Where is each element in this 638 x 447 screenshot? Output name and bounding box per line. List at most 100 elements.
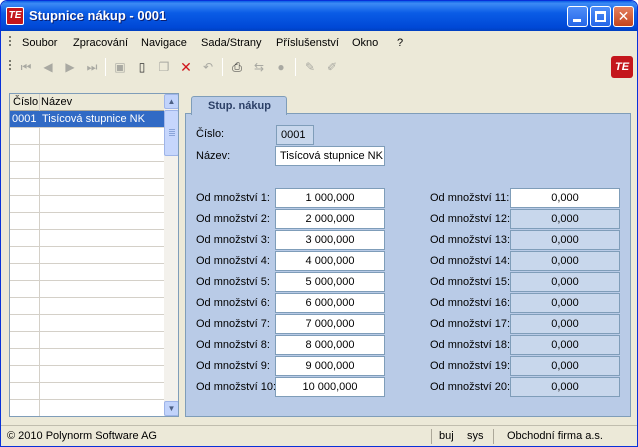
quantity-field[interactable]: 0,000 <box>510 230 620 250</box>
list-item[interactable] <box>10 213 164 230</box>
window-title: Stupnice nákup - 0001 <box>29 8 167 23</box>
list-item[interactable] <box>10 400 164 416</box>
tab-join <box>192 113 286 115</box>
list-header: Číslo Název <box>10 94 164 111</box>
quantity-field[interactable]: 1 000,000 <box>275 188 385 208</box>
list-item[interactable] <box>10 298 164 315</box>
status-bar: © 2010 Polynorm Software AG buj sys Obch… <box>1 425 637 446</box>
list-item[interactable] <box>10 128 164 145</box>
scroll-grip-icon <box>169 129 175 137</box>
list-item[interactable] <box>10 383 164 400</box>
menu-navigace[interactable]: Navigace <box>141 37 187 49</box>
quantity-label: Od množství 19: <box>430 360 511 372</box>
quantity-field[interactable]: 2 000,000 <box>275 209 385 229</box>
list-item[interactable] <box>10 230 164 247</box>
list-item[interactable] <box>10 315 164 332</box>
scroll-thumb[interactable] <box>164 110 178 156</box>
application-window: TE Stupnice nákup - 0001 ✕ Soubor Zpraco… <box>0 0 638 447</box>
quantity-field[interactable]: 0,000 <box>510 293 620 313</box>
toolbar-grip-icon[interactable] <box>9 60 11 72</box>
quantity-label: Od množství 3: <box>196 234 270 246</box>
quantity-field[interactable]: 0,000 <box>510 272 620 292</box>
menu-help[interactable]: ? <box>397 37 403 49</box>
print-icon[interactable]: ⎙ <box>229 59 245 75</box>
quantity-field[interactable]: 0,000 <box>510 335 620 355</box>
quantity-label: Od množství 18: <box>430 339 511 351</box>
list-item[interactable]: 0001 Tisícová stupnice NK <box>10 111 164 128</box>
minimize-button[interactable] <box>567 6 588 27</box>
column-header-nazev[interactable]: Název <box>41 96 72 108</box>
scroll-down-button[interactable]: ▼ <box>164 401 178 416</box>
first-record-icon[interactable]: ⏮ <box>18 59 34 75</box>
quantity-field[interactable]: 5 000,000 <box>275 272 385 292</box>
previous-record-icon[interactable]: ◀ <box>40 59 56 75</box>
list-item[interactable] <box>10 179 164 196</box>
quantity-field[interactable]: 0,000 <box>510 356 620 376</box>
menu-sada-strany[interactable]: Sada/Strany <box>201 37 262 49</box>
save-icon[interactable]: ▣ <box>112 59 128 75</box>
copy-icon[interactable]: ❐ <box>156 59 172 75</box>
quantity-field[interactable]: 0,000 <box>510 251 620 271</box>
menu-zpracovani[interactable]: Zpracování <box>73 37 128 49</box>
quantity-field[interactable]: 9 000,000 <box>275 356 385 376</box>
minimize-icon <box>573 19 581 22</box>
toolbar-separator <box>295 58 296 76</box>
toolbar-separator <box>222 58 223 76</box>
quantity-field[interactable]: 0,000 <box>510 314 620 334</box>
quantity-label: Od množství 13: <box>430 234 511 246</box>
quantity-label: Od množství 9: <box>196 360 270 372</box>
toolbar: ⏮ ◀ ▶ ⏭ ▣ ▯ ❐ ✕ ↶ ⎙ ⇆ ● ✎ ✐ <box>1 53 637 81</box>
quantity-label: Od množství 8: <box>196 339 270 351</box>
nazev-field[interactable]: Tisícová stupnice NK <box>275 146 385 166</box>
menu-grip-icon[interactable] <box>9 36 11 48</box>
export-icon[interactable]: ⇆ <box>251 59 267 75</box>
column-header-cislo[interactable]: Číslo <box>13 96 38 108</box>
quantity-field[interactable]: 0,000 <box>510 209 620 229</box>
quantity-field[interactable]: 10 000,000 <box>275 377 385 397</box>
menu-soubor[interactable]: Soubor <box>22 37 57 49</box>
edit-icon[interactable]: ✎ <box>302 59 318 75</box>
maximize-button[interactable] <box>590 6 611 27</box>
maximize-icon <box>595 11 606 22</box>
list-item[interactable] <box>10 349 164 366</box>
list-item[interactable] <box>10 332 164 349</box>
quantity-field[interactable]: 7 000,000 <box>275 314 385 334</box>
delete-icon[interactable]: ✕ <box>178 59 194 75</box>
list-item[interactable] <box>10 196 164 213</box>
quantity-field[interactable]: 3 000,000 <box>275 230 385 250</box>
list-scrollbar[interactable]: ▲ ▼ <box>164 94 178 416</box>
menu-okno[interactable]: Okno <box>352 37 378 49</box>
list-item[interactable] <box>10 264 164 281</box>
app-logo-icon[interactable]: TE <box>6 7 24 25</box>
form-panel: Číslo: 0001 Název: Tisícová stupnice NK … <box>185 113 631 417</box>
status-divider <box>431 429 432 444</box>
quantity-field[interactable]: 6 000,000 <box>275 293 385 313</box>
next-record-icon[interactable]: ▶ <box>62 59 78 75</box>
brand-logo-icon: TE <box>611 56 633 78</box>
lock-icon[interactable]: ● <box>273 59 289 75</box>
list-item[interactable] <box>10 145 164 162</box>
quantity-field[interactable]: 0,000 <box>510 188 620 208</box>
list-item[interactable] <box>10 281 164 298</box>
list-item-nazev: Tisícová stupnice NK <box>42 113 145 125</box>
menu-prislusenstvi[interactable]: Příslušenství <box>276 37 339 49</box>
undo-icon[interactable]: ↶ <box>200 59 216 75</box>
quantity-label: Od množství 10: <box>196 381 277 393</box>
list-item[interactable] <box>10 162 164 179</box>
new-document-icon[interactable]: ▯ <box>134 59 150 75</box>
last-record-icon[interactable]: ⏭ <box>84 59 100 75</box>
quantity-label: Od množství 2: <box>196 213 270 225</box>
close-button[interactable]: ✕ <box>613 6 634 27</box>
scroll-up-button[interactable]: ▲ <box>164 94 178 109</box>
quantity-label: Od množství 1: <box>196 192 270 204</box>
status-user: buj <box>439 430 454 442</box>
list-item[interactable] <box>10 247 164 264</box>
quantity-field[interactable]: 0,000 <box>510 377 620 397</box>
quantity-field[interactable]: 4 000,000 <box>275 251 385 271</box>
title-bar[interactable]: TE Stupnice nákup - 0001 ✕ <box>1 1 637 31</box>
cislo-field[interactable]: 0001 <box>276 125 314 145</box>
status-company: Obchodní firma a.s. <box>507 430 603 442</box>
quantity-field[interactable]: 8 000,000 <box>275 335 385 355</box>
list-item[interactable] <box>10 366 164 383</box>
edit-alt-icon[interactable]: ✐ <box>324 59 340 75</box>
